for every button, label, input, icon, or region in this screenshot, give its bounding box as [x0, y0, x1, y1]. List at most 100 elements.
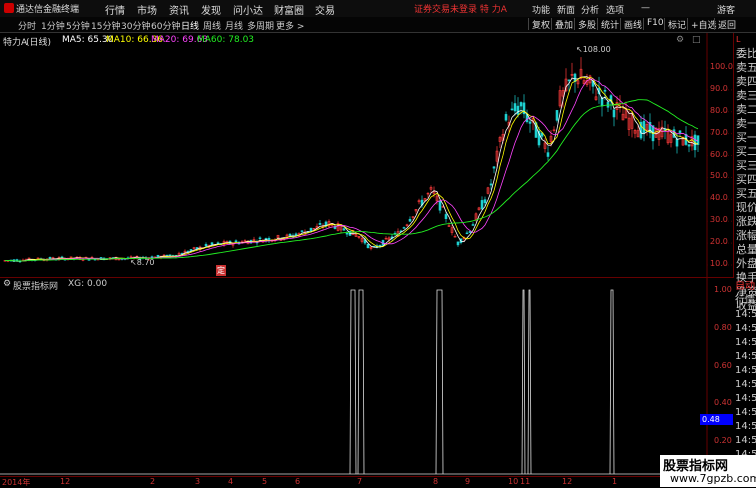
side-item: 买二 [736, 145, 756, 158]
price-tick: 10.0 [710, 259, 728, 268]
tick-item: 14:56 [735, 421, 756, 432]
candle-body [318, 223, 322, 225]
candle-body [546, 152, 550, 157]
candle-body [300, 230, 304, 232]
price-tick: 20.0 [710, 237, 728, 247]
price-tick: 70.0 [710, 127, 728, 137]
candle-body [294, 233, 298, 236]
tick-item: 14:56 [735, 351, 756, 362]
marker-badge: 定 [216, 265, 226, 276]
date-tick: 9 [465, 477, 471, 486]
tick-item: 14:56 [735, 379, 756, 390]
tick-item: 自动 [735, 281, 755, 292]
candle-body [309, 227, 313, 232]
candle-body [528, 121, 532, 124]
candle-body [204, 244, 208, 247]
tick-item: 14:56 [735, 435, 756, 446]
candle-body [465, 232, 469, 235]
side-item: 委比 [736, 47, 756, 60]
indicator-name: 股票指标网 [13, 282, 59, 292]
ind-tick: 0.60 [714, 360, 732, 370]
candle-body [555, 110, 559, 121]
candle-body [471, 224, 475, 226]
side-item: 卖三 [736, 89, 756, 102]
indicator-header: ⚙ 股票指标网 XG: 0.00 [0, 277, 733, 292]
candle-body [513, 103, 517, 112]
quote-side-panel: L 委比 卖五 卖四 卖三 卖二 卖一 买一 买二 买三 买四 买五 现价 涨跌 涨幅 总量 外盘 换手 净资 收益 [733, 33, 756, 312]
candle-body [87, 259, 91, 261]
date-tick: 6 [295, 477, 301, 486]
tick-item: 14:56 [735, 393, 756, 404]
candle-body [675, 138, 679, 147]
side-item: 现价 [736, 201, 756, 214]
tick-item: 14:56 [735, 365, 756, 376]
candle-body [489, 183, 493, 186]
candle-body [492, 166, 496, 169]
date-tick: 1 [612, 477, 618, 486]
candle-body [366, 243, 370, 249]
candle-body [156, 254, 160, 258]
candle-body [258, 237, 262, 239]
high-annotation: ↖108.00 [576, 45, 611, 54]
side-item: 买一 [736, 131, 756, 144]
candle-body [567, 79, 571, 82]
signal-spike [521, 289, 526, 475]
tick-item: 行情 [735, 295, 755, 306]
candle-body [216, 242, 220, 244]
signal-spike [609, 289, 615, 475]
ind-tick: 0.20 [714, 436, 732, 445]
date-tick: 12 [562, 477, 573, 486]
price-tick: 30.0 [710, 215, 728, 225]
kline-chart[interactable] [0, 0, 733, 476]
signal-spike [349, 289, 357, 475]
tick-item: 14:56 [735, 323, 756, 334]
indicator-value-box: 0.48 [700, 414, 733, 425]
candle-body [438, 200, 442, 211]
side-item: 买三 [736, 159, 756, 172]
side-item: 总量 [736, 243, 756, 256]
side-item: 涨跌 [736, 215, 756, 228]
signal-spike [527, 289, 532, 475]
ind-tick: 0.80 [714, 322, 732, 332]
side-item: 卖二 [736, 103, 756, 116]
indicator-icon[interactable]: ⚙ [3, 279, 11, 289]
candle-body [480, 200, 484, 210]
price-tick: 50.0 [710, 171, 728, 181]
date-tick: 8 [433, 477, 439, 486]
date-axis: 2014年122345678910111212 [0, 476, 733, 488]
ma60-line [4, 99, 699, 262]
date-tick: 7 [357, 477, 363, 486]
tick-item: 14:56 [735, 309, 756, 320]
date-tick: 2 [150, 477, 156, 486]
candle-body [378, 244, 382, 247]
candle-body [444, 214, 448, 220]
date-tick: 11 [520, 477, 531, 486]
candle-body [288, 233, 292, 236]
watermark: 股票指标网 www.7gpzb.com [660, 455, 756, 487]
signal-spike [435, 289, 444, 475]
candle-body [468, 231, 472, 233]
candle-body [696, 135, 700, 145]
tick-side-panel: 自动行情 14:56 14:56 14:56 14:56 14:56 14:56 14:56 1… [733, 280, 756, 460]
candle-body [210, 242, 214, 245]
candle-body [345, 233, 349, 235]
tick-item: 14:56 [735, 337, 756, 348]
low-annotation: ↖8.70 [130, 258, 155, 267]
side-item: 买四 [736, 173, 756, 186]
side-item: 卖四 [736, 75, 756, 88]
candle-body [456, 241, 460, 246]
candle-body [189, 249, 193, 251]
side-item: 卖一 [736, 117, 756, 130]
candle-body [342, 228, 346, 231]
candle-body [60, 256, 64, 259]
candle-body [612, 109, 616, 118]
candle-body [408, 218, 412, 222]
price-tick: 90.0 [710, 83, 728, 93]
date-tick: 10 [508, 477, 519, 486]
price-tick: 80.0 [710, 105, 728, 115]
side-item: 涨幅 [736, 229, 756, 242]
side-item: 外盘 [736, 257, 756, 270]
candle-body [402, 227, 406, 229]
tick-item: 14:56 [735, 407, 756, 418]
candle-body [516, 105, 520, 115]
